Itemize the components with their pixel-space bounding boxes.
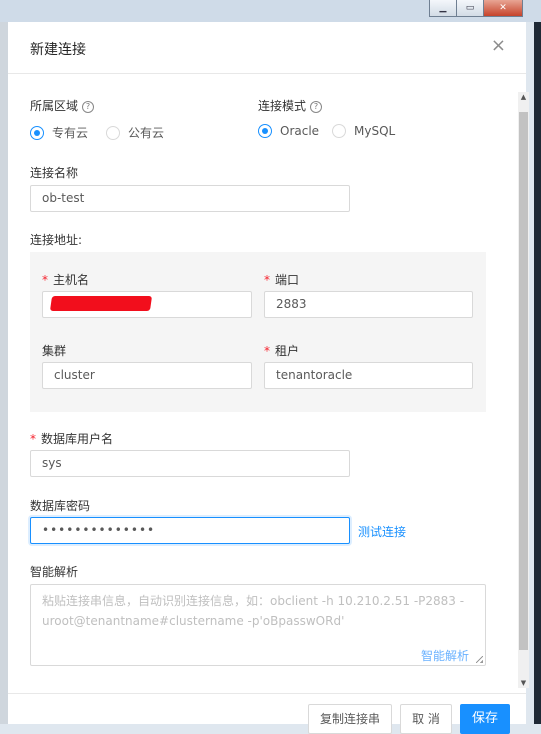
dialog-header: 新建连接 × <box>8 22 526 74</box>
window-controls: ▁ ▭ ✕ <box>429 0 523 17</box>
region-radio-public[interactable]: 公有云 <box>106 124 164 141</box>
required-mark: * <box>42 273 48 287</box>
mode-option-mysql: MySQL <box>354 124 396 138</box>
host-input[interactable] <box>42 291 252 318</box>
dialog-title: 新建连接 <box>30 42 86 58</box>
mode-option-oracle: Oracle <box>280 124 320 138</box>
connection-name-label: 连接名称 <box>30 166 79 180</box>
db-user-label-text: 数据库用户名 <box>41 432 114 446</box>
dialog-scrollbar[interactable]: ▲ ▼ <box>518 92 529 688</box>
connection-address-label: 连接地址: <box>30 233 83 247</box>
scrollbar-thumb[interactable] <box>519 112 528 650</box>
minimize-icon[interactable]: ▁ <box>429 0 457 17</box>
required-mark: * <box>264 344 270 358</box>
required-mark: * <box>30 432 36 446</box>
mode-label: 连接模式? <box>258 97 323 114</box>
smart-parse-placeholder: 粘贴连接串信息，自动识别连接信息，如：obclient -h 10.210.2.… <box>42 594 465 628</box>
window-title-bar: ▁ ▭ ✕ <box>0 0 541 22</box>
radio-unchecked-icon <box>332 124 346 138</box>
background-edge <box>534 22 541 724</box>
cluster-input[interactable]: cluster <box>42 362 252 389</box>
window-close-icon[interactable]: ✕ <box>483 0 523 17</box>
resize-handle-icon[interactable] <box>476 656 483 663</box>
cancel-button[interactable]: 取 消 <box>400 704 452 734</box>
host-label-text: 主机名 <box>53 273 90 287</box>
smart-parse-label: 智能解析 <box>30 565 79 579</box>
save-button[interactable]: 保存 <box>460 704 510 734</box>
dialog-footer: 复制连接串 取 消 保存 <box>8 693 526 734</box>
copy-connection-string-button[interactable]: 复制连接串 <box>308 704 392 734</box>
new-connection-dialog: 新建连接 × 所属区域? 专有云 公有云 连接模式? Oracle MySQL … <box>8 22 529 734</box>
help-icon[interactable]: ? <box>82 101 95 113</box>
scroll-up-icon[interactable]: ▲ <box>519 92 528 102</box>
region-option-public: 公有云 <box>128 126 165 140</box>
region-label-text: 所属区域 <box>30 99 79 113</box>
port-label: * 端口 <box>264 271 299 288</box>
mode-label-text: 连接模式 <box>258 99 307 113</box>
redacted-host-mark <box>49 296 153 311</box>
radio-checked-icon <box>258 124 272 138</box>
radio-unchecked-icon <box>106 125 120 140</box>
connection-name-input[interactable]: ob-test <box>30 185 350 212</box>
tenant-input[interactable]: tenantoracle <box>264 362 473 389</box>
db-user-input[interactable]: sys <box>30 450 350 477</box>
smart-parse-link[interactable]: 智能解析 <box>421 647 469 664</box>
scroll-down-icon[interactable]: ▼ <box>519 678 528 688</box>
close-icon[interactable]: × <box>491 37 506 55</box>
test-connection-link[interactable]: 测试连接 <box>358 523 406 540</box>
required-mark: * <box>264 273 270 287</box>
cluster-label: 集群 <box>42 344 67 358</box>
port-label-text: 端口 <box>275 273 300 287</box>
maximize-icon[interactable]: ▭ <box>456 0 484 17</box>
mode-radio-mysql[interactable]: MySQL <box>332 124 395 138</box>
region-option-private: 专有云 <box>52 126 89 140</box>
tenant-label-text: 租户 <box>275 344 300 358</box>
db-password-label: 数据库密码 <box>30 499 91 513</box>
tenant-label: * 租户 <box>264 342 299 359</box>
db-user-label: * 数据库用户名 <box>30 430 113 447</box>
radio-checked-icon <box>30 125 44 140</box>
region-radio-private[interactable]: 专有云 <box>30 124 88 141</box>
smart-parse-textarea[interactable]: 粘贴连接串信息，自动识别连接信息，如：obclient -h 10.210.2.… <box>30 584 486 666</box>
mode-radio-oracle[interactable]: Oracle <box>258 124 319 138</box>
port-input[interactable]: 2883 <box>264 291 473 318</box>
region-label: 所属区域? <box>30 97 95 114</box>
background-page <box>0 22 8 724</box>
host-label: * 主机名 <box>42 271 89 288</box>
db-password-input[interactable]: •••••••••••••• <box>30 517 350 544</box>
help-icon[interactable]: ? <box>310 101 323 113</box>
